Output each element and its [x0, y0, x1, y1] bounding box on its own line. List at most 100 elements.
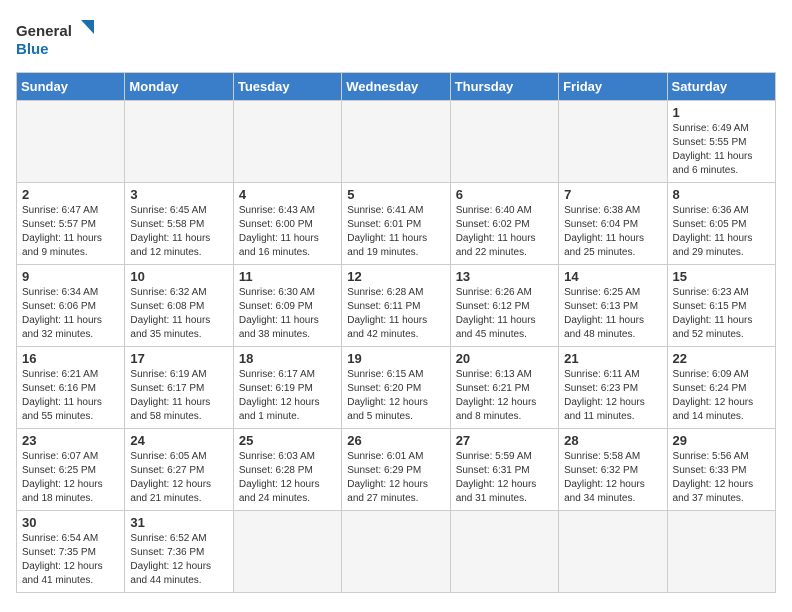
day-number: 2: [22, 187, 119, 202]
calendar-cell: [450, 101, 558, 183]
calendar-week-5: 23Sunrise: 6:07 AM Sunset: 6:25 PM Dayli…: [17, 429, 776, 511]
calendar-cell: 29 Sunrise: 5:56 AM Sunset: 6:33 PM Dayli…: [667, 429, 775, 511]
calendar-cell: 9 Sunrise: 6:34 AM Sunset: 6:06 PM Daylig…: [17, 265, 125, 347]
day-number: 12: [347, 269, 444, 284]
day-info: Sunrise: 6:19 AM Sunset: 6:17 PM Dayligh…: [130, 368, 227, 424]
day-info: Sunrise: 6:17 AM Sunset: 6:19 PM Dayligh…: [239, 368, 336, 424]
calendar-cell: 2 Sunrise: 6:47 AM Sunset: 5:57 PM Daylig…: [17, 183, 125, 265]
calendar-table: SundayMondayTuesdayWednesdayThursdayFrid…: [16, 72, 776, 593]
column-header-sunday: Sunday: [17, 73, 125, 101]
calendar-cell: [559, 101, 667, 183]
day-number: 3: [130, 187, 227, 202]
day-number: 26: [347, 433, 444, 448]
day-info: Sunrise: 6:54 AM Sunset: 7:35 PM Dayligh…: [22, 532, 119, 588]
day-info: Sunrise: 6:01 AM Sunset: 6:29 PM Dayligh…: [347, 450, 444, 506]
calendar-cell: 27Sunrise: 5:59 AM Sunset: 6:31 PM Dayli…: [450, 429, 558, 511]
calendar-cell: [17, 101, 125, 183]
calendar-cell: 8Sunrise: 6:36 AM Sunset: 6:05 PM Daylig…: [667, 183, 775, 265]
day-number: 5: [347, 187, 444, 202]
day-info: Sunrise: 6:40 AM Sunset: 6:02 PM Dayligh…: [456, 204, 553, 260]
calendar-cell: 17 Sunrise: 6:19 AM Sunset: 6:17 PM Dayli…: [125, 347, 233, 429]
calendar-week-3: 9 Sunrise: 6:34 AM Sunset: 6:06 PM Daylig…: [17, 265, 776, 347]
column-header-saturday: Saturday: [667, 73, 775, 101]
column-header-monday: Monday: [125, 73, 233, 101]
column-header-wednesday: Wednesday: [342, 73, 450, 101]
day-number: 28: [564, 433, 661, 448]
day-info: Sunrise: 6:05 AM Sunset: 6:27 PM Dayligh…: [130, 450, 227, 506]
calendar-header-row: SundayMondayTuesdayWednesdayThursdayFrid…: [17, 73, 776, 101]
day-info: Sunrise: 6:11 AM Sunset: 6:23 PM Dayligh…: [564, 368, 661, 424]
day-number: 29: [673, 433, 770, 448]
day-number: 13: [456, 269, 553, 284]
day-number: 30: [22, 515, 119, 530]
day-info: Sunrise: 5:56 AM Sunset: 6:33 PM Dayligh…: [673, 450, 770, 506]
day-number: 31: [130, 515, 227, 530]
day-info: Sunrise: 6:32 AM Sunset: 6:08 PM Dayligh…: [130, 286, 227, 342]
calendar-cell: [233, 101, 341, 183]
day-info: Sunrise: 6:49 AM Sunset: 5:55 PM Dayligh…: [673, 122, 770, 178]
day-info: Sunrise: 6:52 AM Sunset: 7:36 PM Dayligh…: [130, 532, 227, 588]
day-info: Sunrise: 6:47 AM Sunset: 5:57 PM Dayligh…: [22, 204, 119, 260]
calendar-cell: [559, 511, 667, 593]
day-info: Sunrise: 6:34 AM Sunset: 6:06 PM Dayligh…: [22, 286, 119, 342]
svg-text:Blue: Blue: [16, 41, 49, 58]
column-header-tuesday: Tuesday: [233, 73, 341, 101]
calendar-week-2: 2 Sunrise: 6:47 AM Sunset: 5:57 PM Daylig…: [17, 183, 776, 265]
day-number: 14: [564, 269, 661, 284]
day-number: 15: [673, 269, 770, 284]
calendar-cell: 25 Sunrise: 6:03 AM Sunset: 6:28 PM Dayli…: [233, 429, 341, 511]
calendar-cell: 13 Sunrise: 6:26 AM Sunset: 6:12 PM Dayli…: [450, 265, 558, 347]
calendar-cell: [450, 511, 558, 593]
calendar-cell: [667, 511, 775, 593]
calendar-cell: 31 Sunrise: 6:52 AM Sunset: 7:36 PM Dayli…: [125, 511, 233, 593]
day-info: Sunrise: 6:28 AM Sunset: 6:11 PM Dayligh…: [347, 286, 444, 342]
calendar-cell: 15 Sunrise: 6:23 AM Sunset: 6:15 PM Dayli…: [667, 265, 775, 347]
day-info: Sunrise: 6:23 AM Sunset: 6:15 PM Dayligh…: [673, 286, 770, 342]
day-info: Sunrise: 6:03 AM Sunset: 6:28 PM Dayligh…: [239, 450, 336, 506]
day-info: Sunrise: 6:41 AM Sunset: 6:01 PM Dayligh…: [347, 204, 444, 260]
day-number: 9: [22, 269, 119, 284]
calendar-cell: 5 Sunrise: 6:41 AM Sunset: 6:01 PM Daylig…: [342, 183, 450, 265]
day-number: 19: [347, 351, 444, 366]
day-info: Sunrise: 6:45 AM Sunset: 5:58 PM Dayligh…: [130, 204, 227, 260]
calendar-cell: 10 Sunrise: 6:32 AM Sunset: 6:08 PM Dayli…: [125, 265, 233, 347]
day-number: 21: [564, 351, 661, 366]
calendar-cell: 11Sunrise: 6:30 AM Sunset: 6:09 PM Dayli…: [233, 265, 341, 347]
svg-text:General: General: [16, 23, 72, 40]
calendar-cell: 26 Sunrise: 6:01 AM Sunset: 6:29 PM Dayli…: [342, 429, 450, 511]
calendar-cell: 3 Sunrise: 6:45 AM Sunset: 5:58 PM Daylig…: [125, 183, 233, 265]
day-number: 27: [456, 433, 553, 448]
calendar-cell: [342, 511, 450, 593]
day-number: 25: [239, 433, 336, 448]
day-info: Sunrise: 6:25 AM Sunset: 6:13 PM Dayligh…: [564, 286, 661, 342]
day-number: 22: [673, 351, 770, 366]
calendar-cell: 18 Sunrise: 6:17 AM Sunset: 6:19 PM Dayli…: [233, 347, 341, 429]
calendar-cell: 12 Sunrise: 6:28 AM Sunset: 6:11 PM Dayli…: [342, 265, 450, 347]
day-number: 16: [22, 351, 119, 366]
day-info: Sunrise: 6:09 AM Sunset: 6:24 PM Dayligh…: [673, 368, 770, 424]
calendar-cell: [342, 101, 450, 183]
day-number: 10: [130, 269, 227, 284]
calendar-cell: 24 Sunrise: 6:05 AM Sunset: 6:27 PM Dayli…: [125, 429, 233, 511]
calendar-cell: 20Sunrise: 6:13 AM Sunset: 6:21 PM Dayli…: [450, 347, 558, 429]
day-info: Sunrise: 6:26 AM Sunset: 6:12 PM Dayligh…: [456, 286, 553, 342]
day-info: Sunrise: 5:58 AM Sunset: 6:32 PM Dayligh…: [564, 450, 661, 506]
calendar-cell: 4Sunrise: 6:43 AM Sunset: 6:00 PM Daylig…: [233, 183, 341, 265]
header: General Blue: [16, 16, 776, 60]
day-number: 24: [130, 433, 227, 448]
day-number: 4: [239, 187, 336, 202]
day-number: 17: [130, 351, 227, 366]
column-header-friday: Friday: [559, 73, 667, 101]
calendar-week-4: 16Sunrise: 6:21 AM Sunset: 6:16 PM Dayli…: [17, 347, 776, 429]
calendar-cell: [233, 511, 341, 593]
calendar-cell: 28 Sunrise: 5:58 AM Sunset: 6:32 PM Dayli…: [559, 429, 667, 511]
calendar-cell: [125, 101, 233, 183]
day-info: Sunrise: 6:15 AM Sunset: 6:20 PM Dayligh…: [347, 368, 444, 424]
calendar-cell: 23Sunrise: 6:07 AM Sunset: 6:25 PM Dayli…: [17, 429, 125, 511]
day-number: 23: [22, 433, 119, 448]
calendar-cell: 1Sunrise: 6:49 AM Sunset: 5:55 PM Daylig…: [667, 101, 775, 183]
day-number: 8: [673, 187, 770, 202]
day-info: Sunrise: 6:13 AM Sunset: 6:21 PM Dayligh…: [456, 368, 553, 424]
day-number: 18: [239, 351, 336, 366]
calendar-week-6: 30 Sunrise: 6:54 AM Sunset: 7:35 PM Dayli…: [17, 511, 776, 593]
